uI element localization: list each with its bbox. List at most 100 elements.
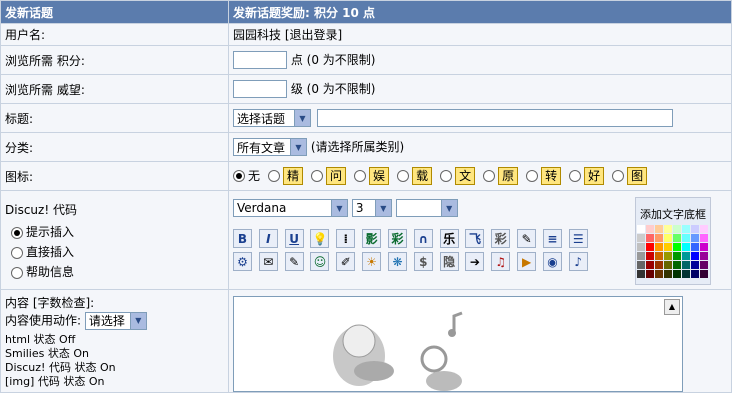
color-swatch[interactable] — [673, 252, 681, 260]
image-button[interactable]: ✐ — [336, 252, 356, 271]
mode-radio-prompt[interactable] — [11, 226, 23, 239]
music-char-button[interactable]: 乐 — [439, 229, 459, 248]
color-swatch[interactable] — [655, 261, 663, 269]
color-swatch[interactable] — [700, 252, 708, 260]
edit-button[interactable]: ✎ — [517, 229, 537, 248]
color-swatch[interactable] — [691, 243, 699, 251]
move-button[interactable]: ∩ — [413, 229, 433, 248]
color-swatch[interactable] — [691, 234, 699, 242]
color-text-button[interactable]: 彩 — [491, 229, 511, 248]
music-button[interactable]: ♪ — [568, 252, 588, 271]
color-swatch[interactable] — [700, 243, 708, 251]
category-select[interactable]: 所有文章 ▼ — [233, 138, 307, 157]
color-swatch[interactable] — [700, 225, 708, 233]
arrow-button[interactable]: ➔ — [465, 252, 485, 271]
icon-radio[interactable] — [397, 170, 410, 183]
mode-radio-help[interactable] — [11, 266, 23, 279]
shadow-button[interactable]: 影 — [362, 229, 382, 248]
color-swatch[interactable] — [646, 234, 654, 242]
color-swatch[interactable] — [700, 270, 708, 278]
color-swatch[interactable] — [682, 225, 690, 233]
scroll-up-icon[interactable]: ▲ — [664, 299, 680, 315]
color-swatch[interactable] — [664, 234, 672, 242]
color-swatch[interactable] — [646, 270, 654, 278]
color-swatch[interactable] — [655, 270, 663, 278]
audio-button[interactable]: ♫ — [491, 252, 511, 271]
email-button[interactable]: ✉ — [258, 252, 278, 271]
underline-button[interactable]: U — [284, 229, 304, 248]
color-swatch[interactable] — [682, 243, 690, 251]
color-swatch[interactable] — [700, 234, 708, 242]
color-swatch[interactable] — [637, 225, 645, 233]
color-swatch[interactable] — [664, 225, 672, 233]
content-textarea[interactable]: ▲ — [233, 296, 683, 392]
list-button[interactable]: ☰ — [568, 229, 588, 248]
color-swatch[interactable] — [646, 252, 654, 260]
color-swatch[interactable] — [637, 261, 645, 269]
video-button[interactable]: ▶ — [517, 252, 537, 271]
icon-radio[interactable] — [354, 170, 367, 183]
quote-button[interactable]: ☺ — [310, 252, 330, 271]
color-swatch[interactable] — [637, 243, 645, 251]
content-action-select[interactable]: 请选择 ▼ — [84, 312, 147, 330]
topic-select[interactable]: 选择话题 ▼ — [233, 109, 311, 127]
align-button[interactable]: ⁞ — [336, 229, 356, 248]
color-swatch[interactable] — [691, 270, 699, 278]
color-palette[interactable] — [637, 225, 710, 278]
color-swatch[interactable] — [655, 225, 663, 233]
icon-radio[interactable] — [268, 170, 281, 183]
highlight-button[interactable]: 💡 — [310, 229, 330, 248]
color-swatch[interactable] — [664, 252, 672, 260]
color-swatch[interactable] — [664, 243, 672, 251]
color-swatch[interactable] — [637, 252, 645, 260]
color-swatch[interactable] — [700, 261, 708, 269]
color-swatch[interactable] — [673, 261, 681, 269]
flash-button[interactable]: ☀ — [362, 252, 382, 271]
hide-button[interactable]: 隐 — [439, 252, 459, 271]
title-input[interactable] — [316, 109, 673, 127]
color-swatch[interactable] — [682, 234, 690, 242]
font-select[interactable]: Verdana ▼ — [233, 199, 348, 217]
color-swatch[interactable] — [673, 234, 681, 242]
code-button[interactable]: ✎ — [284, 252, 304, 271]
icon-radio[interactable] — [526, 170, 539, 183]
color-swatch[interactable] — [673, 225, 681, 233]
color-swatch[interactable] — [637, 270, 645, 278]
color-swatch[interactable] — [646, 261, 654, 269]
center-button[interactable]: ≡ — [542, 229, 562, 248]
color-swatch[interactable] — [637, 234, 645, 242]
icon-radio-none[interactable] — [233, 170, 245, 183]
icon-radio[interactable] — [612, 170, 625, 183]
color-swatch[interactable] — [664, 270, 672, 278]
color-swatch[interactable] — [646, 225, 654, 233]
snow-button[interactable]: ❋ — [387, 252, 407, 271]
icon-radio[interactable] — [569, 170, 582, 183]
color-swatch[interactable] — [646, 243, 654, 251]
read-prestige-input[interactable] — [233, 80, 287, 99]
color-swatch[interactable] — [682, 252, 690, 260]
bold-button[interactable]: B — [233, 229, 252, 248]
glow-button[interactable]: 彩 — [387, 229, 407, 248]
color-swatch[interactable] — [664, 261, 672, 269]
color-swatch[interactable] — [655, 234, 663, 242]
icon-radio[interactable] — [311, 170, 324, 183]
media-button[interactable]: ◉ — [542, 252, 562, 271]
fly-button[interactable]: 飞 — [465, 229, 485, 248]
sell-button[interactable]: $ — [413, 252, 433, 271]
color-swatch[interactable] — [682, 270, 690, 278]
color-swatch[interactable] — [691, 261, 699, 269]
size-select[interactable]: 3 ▼ — [351, 199, 392, 217]
color-swatch[interactable] — [691, 252, 699, 260]
color-swatch[interactable] — [655, 243, 663, 251]
color-swatch[interactable] — [682, 261, 690, 269]
color-select[interactable]: ▼ — [395, 199, 458, 217]
color-swatch[interactable] — [673, 243, 681, 251]
icon-radio[interactable] — [483, 170, 496, 183]
username-value[interactable]: 园园科技 [退出登录] — [228, 23, 732, 46]
color-swatch[interactable] — [673, 270, 681, 278]
icon-radio[interactable] — [440, 170, 453, 183]
color-swatch[interactable] — [655, 252, 663, 260]
italic-button[interactable]: I — [258, 229, 278, 248]
mode-radio-direct[interactable] — [11, 246, 23, 259]
read-credit-input[interactable] — [233, 51, 287, 70]
